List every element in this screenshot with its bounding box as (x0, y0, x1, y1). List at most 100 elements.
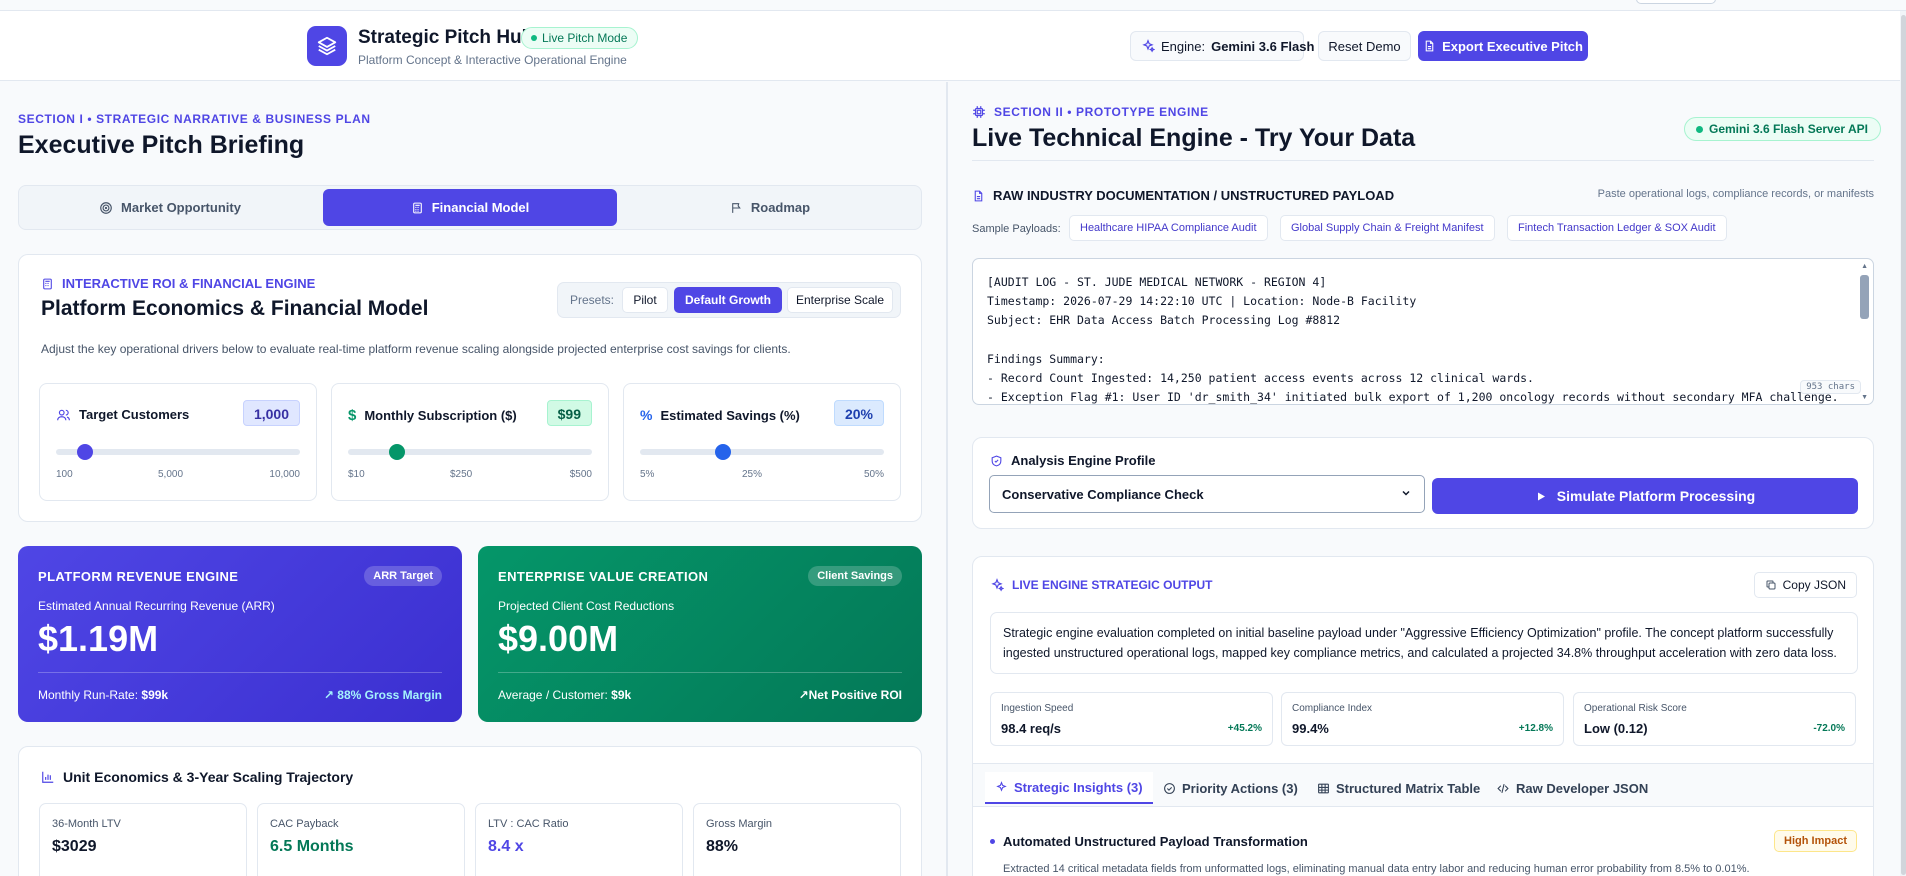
output-summary: Strategic engine evaluation completed on… (990, 612, 1858, 674)
slider-thumb[interactable] (77, 444, 94, 460)
profile-label: Analysis Engine Profile (990, 453, 1156, 468)
sparkles-icon (1142, 39, 1155, 53)
cpu-icon (973, 106, 985, 118)
unit-economics-card: Unit Economics & 3-Year Scaling Trajecto… (18, 746, 922, 876)
kpi-delta: +12.8% (1518, 723, 1553, 734)
slider-track[interactable] (56, 444, 300, 460)
payload-line: Findings Summary: (987, 352, 1105, 366)
section-two-kicker-text: Section II • Prototype Engine (994, 105, 1209, 119)
play-icon (1537, 492, 1545, 500)
enterprise-value-card: Enterprise Value Creation Client Savings… (478, 546, 922, 722)
slider-thumb[interactable] (388, 444, 405, 460)
kpi-delta: +45.2% (1227, 723, 1262, 734)
bullet-dot-icon (990, 839, 995, 844)
shield-check-icon (991, 455, 1002, 466)
payload-line: [AUDIT LOG - ST. JUDE MEDICAL NETWORK - … (987, 275, 1327, 289)
tab-priority-actions[interactable]: Priority Actions (3) (1163, 772, 1298, 804)
payload-line: - Exception Flag #1: User ID 'dr_smith_3… (987, 390, 1839, 404)
tab-label: Raw Developer JSON (1516, 780, 1649, 796)
slider-tick-min: 100 (56, 469, 73, 480)
profile-select-value: Conservative Compliance Check (1002, 487, 1204, 502)
output-tabbar: Strategic Insights (3) Priority Actions … (973, 763, 1873, 807)
insight-body: Extracted 14 critical metadata fields fr… (1003, 863, 1750, 875)
tab-raw-developer-json[interactable]: Raw Developer JSON (1496, 772, 1648, 804)
tab-strategic-insights[interactable]: Strategic Insights (3) (985, 772, 1153, 804)
file-icon (1425, 40, 1434, 52)
insight-title-text: Automated Unstructured Payload Transform… (1003, 834, 1308, 849)
slider-value: $99 (546, 400, 592, 426)
scroll-down-arrow-icon[interactable]: ▼ (1861, 394, 1868, 401)
preset-default-growth-button[interactable]: Default Growth (674, 287, 782, 313)
slider-track[interactable] (640, 444, 884, 460)
metric-cac-payback: CAC Payback 6.5 Months (257, 803, 465, 876)
tab-financial-model[interactable]: Financial Model (323, 189, 617, 226)
roi-kicker-label: Interactive ROI & Financial Engine (62, 276, 316, 291)
section-one-title: Executive Pitch Briefing (18, 131, 305, 159)
slider-tick-min: $10 (348, 469, 365, 480)
tab-label: Market Opportunity (121, 200, 241, 215)
payload-line: - Record Count Ingested: 14,250 patient … (987, 371, 1534, 385)
slider-tick-min: 5% (640, 469, 655, 480)
sample-supply-chain-chip[interactable]: Global Supply Chain & Freight Manifest (1280, 215, 1495, 241)
copy-json-button[interactable]: Copy JSON (1753, 572, 1857, 598)
app-subtitle: Platform Concept & Interactive Operation… (358, 53, 627, 67)
metric-value: $3029 (52, 838, 97, 855)
page-scroll-thumb[interactable] (1901, 15, 1906, 875)
tab-label: Roadmap (750, 200, 811, 215)
metric-label: LTV : CAC Ratio (488, 818, 569, 830)
net-roi-indicator: ↗Net Positive ROI (799, 688, 902, 702)
kpi-delta: -72.0% (1813, 723, 1845, 734)
page-scrollbar[interactable] (1900, 11, 1906, 876)
average-per-customer: Average / Customer: $9k (498, 688, 631, 702)
preset-pilot-button[interactable]: Pilot (622, 287, 668, 313)
layers-logo-icon (307, 26, 347, 66)
copy-json-label: Copy JSON (1782, 578, 1846, 592)
metric-value: 88% (706, 838, 739, 855)
slider-card-target-customers: Target Customers 1,000 100 5,000 10,000 (39, 383, 317, 501)
top-partial-control[interactable] (1636, 0, 1716, 4)
metric-label: Gross Margin (706, 818, 773, 830)
tab-roadmap[interactable]: Roadmap (623, 189, 917, 226)
payload-scroll-thumb[interactable] (1860, 275, 1869, 319)
payload-line: Timestamp: 2026-07-29 14:22:10 UTC | Loc… (987, 294, 1417, 308)
preset-enterprise-scale-button[interactable]: Enterprise Scale (787, 287, 893, 313)
section-two-divider (972, 160, 1874, 161)
slider-thumb[interactable] (714, 444, 731, 460)
tab-structured-matrix[interactable]: Structured Matrix Table (1317, 772, 1480, 804)
slider-tick-max: 10,000 (269, 469, 300, 480)
raw-payload-hint: Paste operational logs, compliance recor… (1597, 188, 1874, 200)
metric-value: 8.4 x (488, 838, 524, 855)
presets-label: Presets: (570, 293, 615, 307)
analysis-profile-select[interactable]: Conservative Compliance Check (989, 475, 1425, 513)
tab-market-opportunity[interactable]: Market Opportunity (23, 189, 317, 226)
simulate-processing-button[interactable]: Simulate Platform Processing (1432, 478, 1858, 514)
metric-ltv-cac-ratio: LTV : CAC Ratio 8.4 x (475, 803, 683, 876)
roi-description: Adjust the key operational drivers below… (41, 342, 791, 356)
reset-demo-button[interactable]: Reset Demo (1318, 31, 1411, 61)
slider-tick-mid: $250 (450, 469, 473, 480)
export-pitch-button[interactable]: Export Executive Pitch (1418, 31, 1588, 61)
tab-label: Strategic Insights (3) (1014, 779, 1143, 795)
target-icon (100, 201, 112, 214)
scroll-up-arrow-icon[interactable]: ▲ (1861, 263, 1868, 270)
output-kicker: Live Engine Strategic Output (990, 578, 1212, 592)
analysis-profile-card: Analysis Engine Profile Conservative Com… (972, 437, 1874, 529)
kpi-label: Ingestion Speed (1001, 703, 1074, 714)
slider-track[interactable] (348, 444, 592, 460)
engine-selector-button[interactable]: Engine: Gemini 3.6 Flash (1130, 31, 1314, 61)
value-sub: Projected Client Cost Reductions (498, 599, 675, 613)
average-label: Average / Customer: (498, 688, 608, 702)
chevron-down-icon (1402, 490, 1410, 496)
payload-scrollbar[interactable]: ▲ ▼ (1860, 263, 1869, 401)
document-icon (974, 190, 983, 201)
presets-group: Presets: Pilot Default Growth Enterprise… (557, 282, 901, 318)
revenue-kicker: Platform Revenue Engine (38, 569, 239, 584)
sample-fintech-chip[interactable]: Fintech Transaction Ledger & SOX Audit (1507, 215, 1727, 241)
run-rate-label: Monthly Run-Rate: (38, 688, 139, 702)
roi-financial-card: Interactive ROI & Financial Engine Platf… (18, 254, 922, 522)
sample-hipaa-chip[interactable]: Healthcare HIPAA Compliance Audit (1069, 215, 1268, 241)
payload-textarea[interactable]: [AUDIT LOG - ST. JUDE MEDICAL NETWORK - … (972, 258, 1874, 405)
profile-label-text: Analysis Engine Profile (1011, 453, 1156, 468)
export-label: Export Executive Pitch (1442, 38, 1583, 54)
gross-margin-indicator: ↗ 88% Gross Margin (324, 688, 442, 702)
